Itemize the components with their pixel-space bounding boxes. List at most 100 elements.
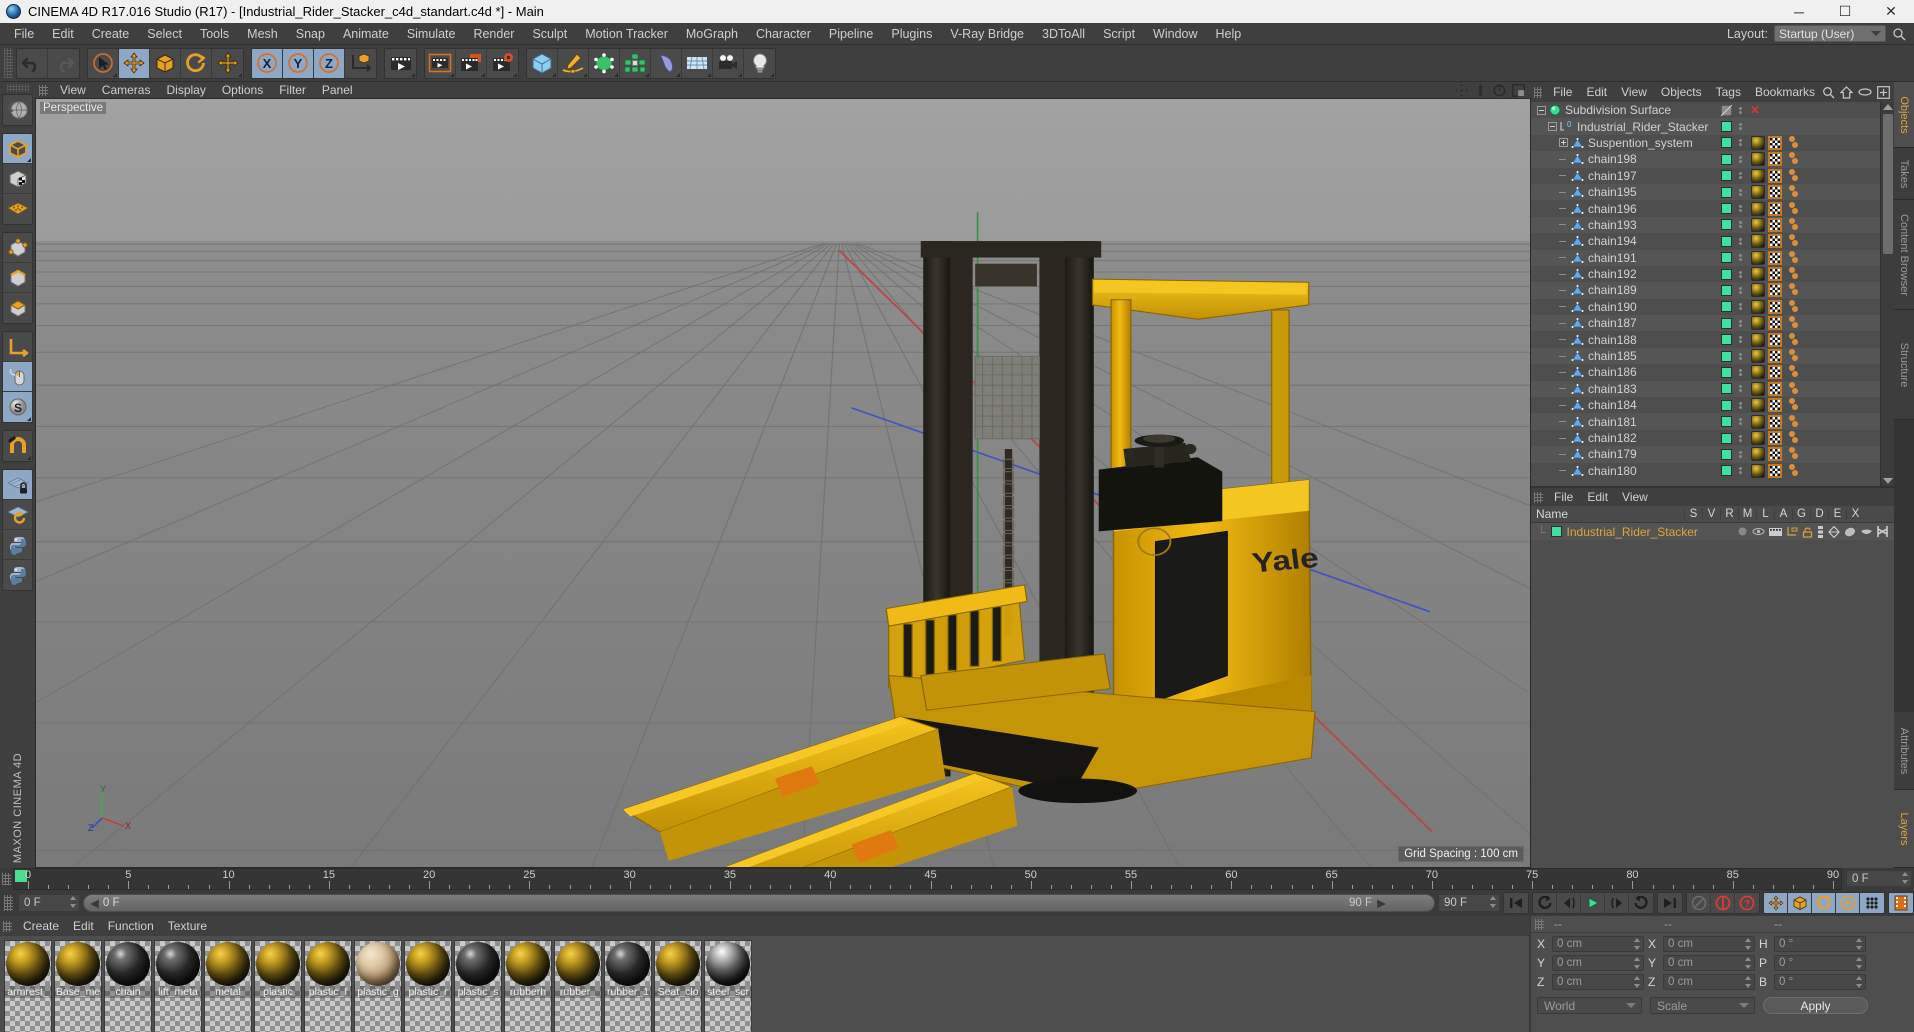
menu-item-pipeline[interactable]: Pipeline [820, 25, 882, 43]
left-toolbar-grip[interactable] [6, 84, 29, 92]
phong-tag[interactable] [1785, 152, 1799, 166]
play-button[interactable] [1581, 893, 1605, 913]
menu-item-plugins[interactable]: Plugins [882, 25, 941, 43]
viewport-menu-filter[interactable]: Filter [271, 82, 314, 98]
uv-tag[interactable] [1768, 381, 1782, 396]
object-row[interactable]: chain180 [1531, 463, 1880, 479]
material-tag[interactable] [1751, 349, 1765, 364]
model-mode-button[interactable] [3, 164, 32, 194]
scroll-down-icon[interactable] [1882, 478, 1893, 484]
menu-item-window[interactable]: Window [1144, 25, 1206, 43]
material-tag[interactable] [1751, 152, 1765, 167]
stepper-icon[interactable] [1856, 976, 1863, 988]
phong-tag[interactable] [1785, 168, 1799, 183]
zoom-view-icon[interactable] [1474, 84, 1487, 97]
material-tag[interactable] [1751, 381, 1765, 396]
add-deformer-button[interactable] [651, 48, 682, 78]
object-row[interactable]: chain181 [1531, 413, 1880, 430]
add-camera-button[interactable] [713, 48, 744, 78]
layer-menu-view[interactable]: View [1615, 489, 1655, 505]
visibility-dots[interactable] [1739, 270, 1742, 278]
uv-tag[interactable] [1768, 349, 1782, 364]
visibility-dots[interactable] [1739, 319, 1742, 327]
material-swatch[interactable]: plastic_r [404, 940, 452, 1032]
menu-item-select[interactable]: Select [138, 25, 191, 43]
toolbar-grip[interactable] [4, 48, 13, 78]
phong-tag[interactable] [1785, 414, 1799, 429]
material-tag[interactable] [1751, 414, 1765, 429]
workplane-align-button[interactable] [3, 500, 32, 530]
uv-tag[interactable] [1768, 299, 1782, 314]
object-row[interactable]: chain194 [1531, 233, 1880, 249]
move-duplicate-tool[interactable] [212, 48, 243, 78]
perspective-viewport[interactable]: Yale Perspective Grid Spacing: 100 cm Y… [35, 98, 1531, 868]
uv-tag[interactable] [1768, 332, 1782, 347]
minimize-button[interactable]: ─ [1776, 0, 1822, 23]
viewport-grip[interactable] [39, 84, 48, 96]
phong-tag[interactable] [1785, 234, 1799, 248]
object-row[interactable]: chain183 [1531, 380, 1880, 398]
coordinates-grip[interactable] [1535, 918, 1544, 930]
edges-mode-button[interactable] [3, 263, 32, 293]
material-swatch[interactable]: chain [104, 940, 152, 1032]
object-manager[interactable]: Subdivision Surface ✕ 0 Industrial_Rider_St… [1531, 102, 1894, 486]
coord-field-rotation-h[interactable]: 0 ° [1774, 936, 1866, 952]
uv-tag[interactable] [1768, 217, 1782, 232]
layer-color-chip[interactable] [1721, 252, 1732, 264]
material-tag[interactable] [1751, 267, 1765, 282]
layer-color-swatch[interactable] [1550, 526, 1562, 537]
object-row[interactable]: chain189 [1531, 282, 1880, 299]
solo-toggle-icon[interactable] [1737, 526, 1748, 537]
timeline-button[interactable] [1889, 893, 1913, 913]
visibility-dots[interactable] [1739, 106, 1742, 114]
material-strip[interactable]: armrest_ Base_me chain lift_meta metal plasti… [0, 936, 1529, 1032]
animation-toggle-icon[interactable] [1817, 525, 1824, 538]
object-row[interactable]: chain187 [1531, 315, 1880, 332]
visibility-dots[interactable] [1739, 254, 1742, 262]
phong-tag[interactable] [1785, 250, 1799, 265]
undo-view-button[interactable] [3, 95, 32, 125]
layer-color-chip[interactable] [1721, 137, 1732, 149]
material-swatch[interactable]: metal [204, 940, 252, 1032]
expand-icon[interactable] [1877, 85, 1890, 99]
timeline-ruler[interactable]: 0 5 10 15 20 25 30 35 40 45 50 55 60 65 70 75 80 85 90 [13, 868, 1842, 890]
xpresso-toggle-icon[interactable] [1877, 526, 1888, 537]
python-script-button[interactable] [3, 530, 32, 560]
object-menu-bookmarks[interactable]: Bookmarks [1748, 84, 1822, 100]
layer-manager[interactable]: Name S V R M L A G D E X └ Industrial_Rider_Stacke… [1531, 506, 1894, 868]
visibility-dots[interactable] [1739, 352, 1742, 360]
material-swatch[interactable]: lift_meta [154, 940, 202, 1032]
layer-color-chip[interactable] [1721, 219, 1732, 231]
expand-plus-icon[interactable] [1559, 138, 1568, 148]
layer-color-chip[interactable] [1721, 121, 1732, 133]
menu-item-character[interactable]: Character [747, 25, 820, 43]
render-view-button[interactable] [385, 48, 416, 78]
uv-tag[interactable] [1768, 185, 1782, 200]
apply-button[interactable]: Apply [1763, 997, 1868, 1014]
stepper-icon[interactable] [1634, 957, 1641, 969]
layer-menu-file[interactable]: File [1547, 489, 1580, 505]
material-tag[interactable] [1751, 398, 1765, 413]
live-selection-tool[interactable] [88, 48, 119, 78]
layer-color-chip[interactable] [1721, 284, 1732, 296]
phong-tag[interactable] [1785, 332, 1799, 347]
object-row[interactable]: chain182 [1531, 430, 1880, 446]
autokeying-button[interactable] [1711, 893, 1735, 913]
tab-takes[interactable]: Takes [1894, 148, 1914, 200]
material-swatch[interactable]: rubber_1 [604, 940, 652, 1032]
object-row[interactable]: chain192 [1531, 266, 1880, 282]
material-menu-edit[interactable]: Edit [66, 918, 101, 934]
phong-tag[interactable] [1785, 217, 1799, 232]
material-swatch[interactable]: rubberh [504, 940, 552, 1032]
time-slider[interactable]: ◀ 0 F 90 F ▶ [83, 894, 1435, 912]
next-key-button[interactable] [1629, 893, 1653, 913]
stepper-icon[interactable] [1856, 938, 1863, 950]
menu-item-mesh[interactable]: Mesh [238, 25, 287, 43]
search-icon[interactable] [1892, 27, 1906, 41]
viewport-menu-display[interactable]: Display [158, 82, 213, 98]
add-array-button[interactable] [620, 48, 651, 78]
no-layer-chip[interactable] [1721, 104, 1732, 116]
render-to-picture-viewer-button[interactable] [456, 48, 487, 78]
rotate-view-icon[interactable] [1493, 84, 1506, 97]
layer-color-chip[interactable] [1721, 235, 1732, 247]
